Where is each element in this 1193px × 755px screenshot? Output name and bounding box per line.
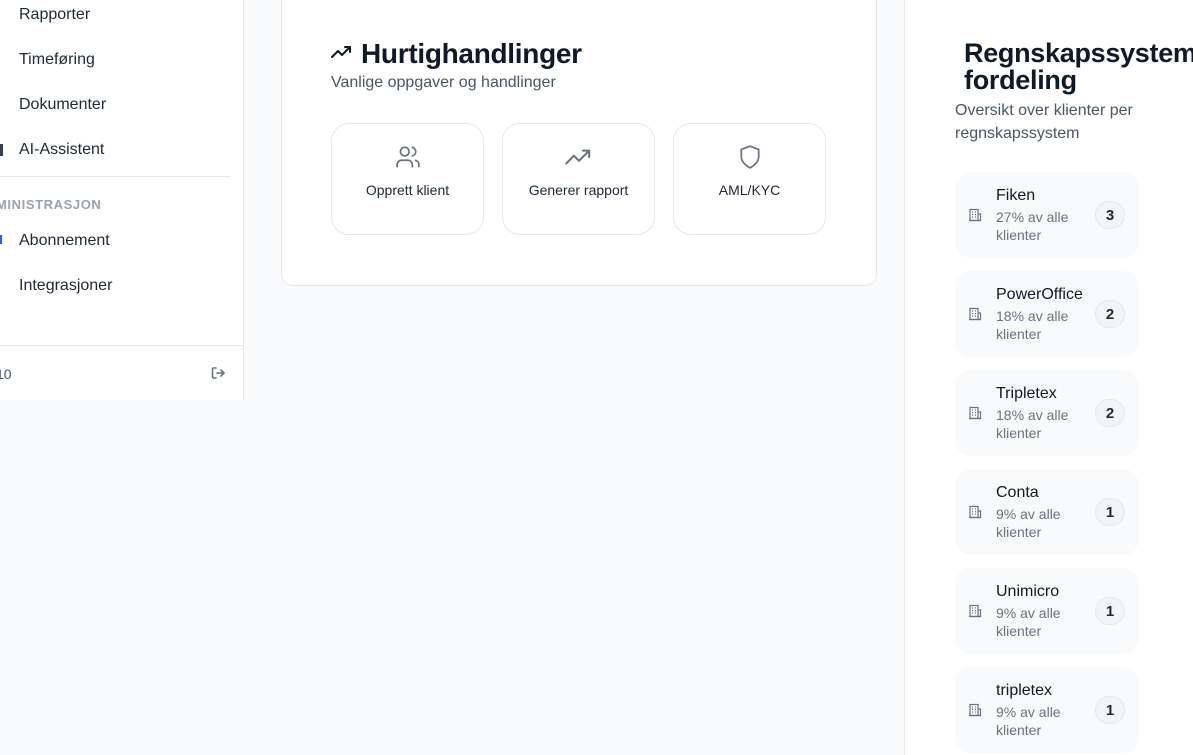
generate-report-button[interactable]: Generer rapport (502, 123, 655, 235)
building-icon (968, 703, 982, 717)
client-count-badge: 3 (1095, 201, 1125, 229)
sidebar-item-ai-assistent[interactable]: AI-Assistent (19, 141, 104, 159)
active-item-marker (0, 144, 3, 156)
logout-icon[interactable] (210, 365, 226, 381)
sidebar: Rapporter Timeføring Dokumenter AI-Assis… (0, 0, 244, 400)
trending-up-icon (564, 144, 593, 170)
client-count-badge: 1 (1095, 498, 1125, 526)
building-icon (968, 406, 982, 420)
trending-up-icon (331, 45, 353, 64)
client-count-badge: 2 (1095, 300, 1125, 328)
users-icon (395, 144, 421, 170)
client-count-badge: 1 (1095, 696, 1125, 724)
generate-report-label: Generer rapport (528, 182, 629, 198)
system-item-poweroffice[interactable]: PowerOffice 18% av alle klienter 2 (955, 271, 1139, 357)
create-client-label: Opprett klient (365, 182, 450, 198)
system-share: 9% av alle klienter (996, 704, 1061, 738)
sidebar-section-label-administrasjon: DMINISTRASJON (0, 197, 102, 212)
system-share: 18% av alle klienter (996, 308, 1069, 342)
sidebar-item-rapporter[interactable]: Rapporter (19, 6, 90, 24)
system-name: Unimicro (996, 583, 1060, 600)
system-item-tripletex[interactable]: Tripletex 18% av alle klienter 2 (955, 370, 1139, 456)
distribution-title: Regnskapssystem fordeling (964, 38, 1193, 95)
aml-kyc-label: AML/KYC (718, 182, 781, 198)
sidebar-item-integrasjoner[interactable]: Integrasjoner (19, 277, 112, 295)
distribution-subtitle: Oversikt over klienter per regnskapssyst… (955, 102, 1133, 142)
system-name: PowerOffice (996, 286, 1083, 303)
system-name: Tripletex (996, 385, 1057, 402)
system-share: 9% av alle klienter (996, 506, 1061, 540)
sidebar-item-abonnement[interactable]: Abonnement (19, 232, 110, 250)
sidebar-divider (0, 176, 230, 177)
create-client-button[interactable]: Opprett klient (331, 123, 484, 235)
client-count-badge: 1 (1095, 597, 1125, 625)
system-share: 18% av alle klienter (996, 407, 1069, 441)
sidebar-footer-divider (0, 345, 244, 346)
quick-actions-subtitle: Vanlige oppgaver og handlinger (331, 74, 556, 91)
system-name: tripletex (996, 682, 1053, 699)
system-item-unimicro[interactable]: Unimicro 9% av alle klienter 1 (955, 568, 1139, 654)
sidebar-item-dokumenter[interactable]: Dokumenter (19, 96, 106, 114)
building-icon (968, 307, 982, 321)
system-name: Fiken (996, 187, 1036, 204)
system-share: 27% av alle klienter (996, 209, 1069, 243)
system-item-fiken[interactable]: Fiken 27% av alle klienter 3 (955, 172, 1139, 258)
system-item-conta[interactable]: Conta 9% av alle klienter 1 (955, 469, 1139, 555)
quick-actions-header: Hurtighandlinger (331, 38, 582, 70)
sidebar-footer-text: 10 (0, 366, 12, 382)
aml-kyc-button[interactable]: AML/KYC (673, 123, 826, 235)
shield-icon (737, 144, 763, 170)
system-item-tripletex-lowercase[interactable]: tripletex 9% av alle klienter 1 (955, 667, 1139, 753)
sidebar-item-timeforing[interactable]: Timeføring (19, 51, 95, 69)
client-count-badge: 2 (1095, 399, 1125, 427)
quick-actions-title: Hurtighandlinger (361, 38, 582, 69)
system-share: 9% av alle klienter (996, 605, 1061, 639)
building-icon (968, 208, 982, 222)
sidebar-item-icon-fragment (0, 235, 2, 244)
system-name: Conta (996, 484, 1039, 501)
building-icon (968, 604, 982, 618)
building-icon (968, 505, 982, 519)
